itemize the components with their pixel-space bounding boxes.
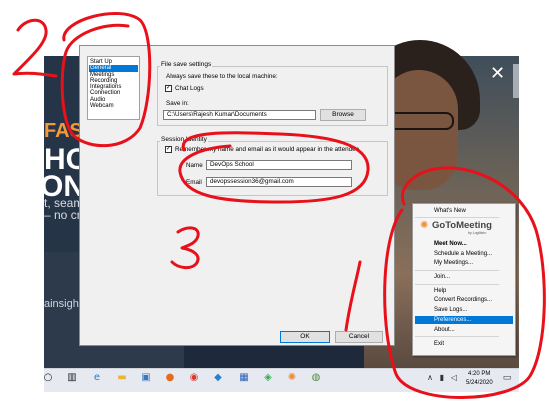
menu-separator xyxy=(415,336,499,337)
file-save-description: Always save these to the local machine: xyxy=(166,73,278,80)
preferences-nav-list[interactable]: Start Up General Meetings Recording Inte… xyxy=(87,56,140,120)
tray-clock-date[interactable]: 5/24/2020 xyxy=(466,380,493,386)
menu-item-schedule-meeting[interactable]: Schedule a Meeting... xyxy=(434,251,492,257)
nav-item-webcam[interactable]: Webcam xyxy=(89,103,138,109)
name-field[interactable]: DevOps School xyxy=(206,160,352,170)
browse-button[interactable]: Browse xyxy=(320,109,366,121)
menu-item-help[interactable]: Help xyxy=(434,288,446,294)
close-icon[interactable]: ✕ xyxy=(490,63,505,84)
git-icon[interactable]: ◈ xyxy=(262,372,274,384)
file-save-group-title: File save settings xyxy=(160,61,213,68)
menu-separator xyxy=(415,217,499,218)
gotomeeting-logo: GoToMeeting xyxy=(432,220,492,231)
chat-logs-label: Chat Logs xyxy=(175,85,204,92)
cancel-button[interactable]: Cancel xyxy=(335,331,383,343)
gotomeeting-logo-subtitle: by LogMeIn xyxy=(468,231,487,235)
name-label: Name xyxy=(186,162,203,169)
remember-identity-checkbox[interactable]: ✓ xyxy=(165,146,172,153)
menu-item-about[interactable]: About... xyxy=(434,327,455,333)
search-icon[interactable]: ○ xyxy=(42,372,54,384)
page-scrollbar[interactable] xyxy=(513,64,519,98)
volume-icon[interactable]: ◁ xyxy=(448,372,460,384)
tray-chevron-icon[interactable]: ∧ xyxy=(424,372,436,384)
menu-item-whats-new[interactable]: What's New xyxy=(434,208,466,214)
notifications-icon[interactable]: ▭ xyxy=(501,372,513,384)
menu-item-join[interactable]: Join... xyxy=(434,274,450,280)
screenshot: FAST HO ONL t, seamle – no cred ainsight… xyxy=(0,0,549,404)
ok-button[interactable]: OK xyxy=(280,331,330,343)
firefox-icon[interactable]: ● xyxy=(164,372,176,384)
chrome-icon[interactable]: ◉ xyxy=(188,372,200,384)
taskbar-app-icon[interactable]: ◍ xyxy=(310,372,322,384)
gotomeeting-logo-icon: ✺ xyxy=(420,220,429,231)
menu-item-preferences[interactable]: Preferences... xyxy=(434,317,471,323)
menu-item-save-logs[interactable]: Save Logs... xyxy=(434,307,467,313)
email-label: Email xyxy=(186,179,202,186)
session-identity-title: Session Identity xyxy=(160,136,208,143)
save-in-label: Save in: xyxy=(166,100,189,107)
file-explorer-icon[interactable]: ▬ xyxy=(116,372,128,384)
menu-item-exit[interactable]: Exit xyxy=(434,341,444,347)
menu-item-convert-recordings[interactable]: Convert Recordings... xyxy=(434,297,492,303)
vscode-icon[interactable]: ◆ xyxy=(212,372,224,384)
task-view-icon[interactable]: ▥ xyxy=(66,372,78,384)
menu-item-meet-now[interactable]: Meet Now... xyxy=(434,241,467,247)
sourcetree-icon[interactable]: ▦ xyxy=(238,372,250,384)
partner-logo-text: ainsight xyxy=(44,298,82,310)
remember-identity-label: Remember my name and email as it would a… xyxy=(175,146,360,153)
menu-item-my-meetings[interactable]: My Meetings... xyxy=(434,260,473,266)
menu-separator xyxy=(415,284,499,285)
gotomeeting-icon[interactable]: ✺ xyxy=(286,372,298,384)
network-icon[interactable]: ▮ xyxy=(436,372,448,384)
menu-separator xyxy=(415,270,499,271)
save-in-path-field[interactable]: C:\Users\Rajesh Kumar\Documents xyxy=(163,110,316,120)
store-icon[interactable]: ▣ xyxy=(140,372,152,384)
edge-icon[interactable]: e xyxy=(91,372,103,384)
chat-logs-checkbox[interactable]: ✓ xyxy=(165,85,172,92)
email-field[interactable]: devopssession36@gmail.com xyxy=(206,177,352,187)
tray-clock-time[interactable]: 4:20 PM xyxy=(468,371,490,377)
photo-glasses xyxy=(386,112,454,130)
